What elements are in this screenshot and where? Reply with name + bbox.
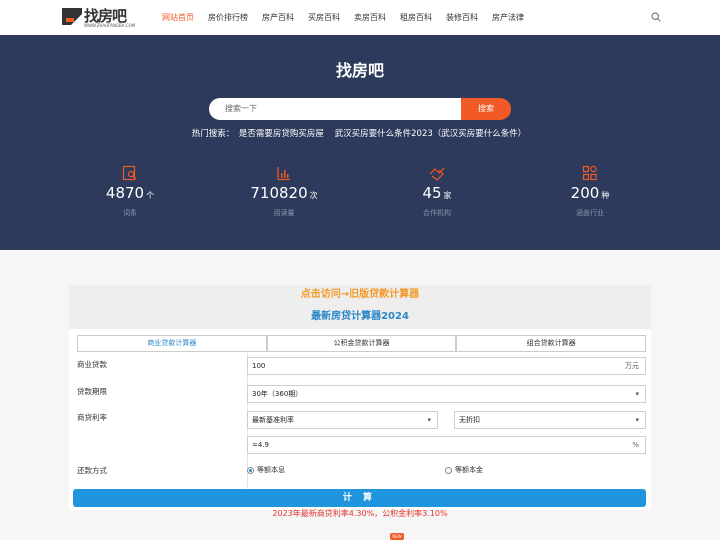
stat-value: 4870 <box>105 184 145 202</box>
chevron-down-icon: ▾ <box>635 416 639 424</box>
radio-unchecked-icon[interactable] <box>445 466 452 474</box>
new-badge: NEW <box>390 533 404 540</box>
stat-label: 涵盖行业 <box>576 209 604 217</box>
nav-item-home[interactable]: 网站首页 <box>162 0 194 35</box>
hero-title: 找房吧 <box>335 61 384 80</box>
rate-value: =4.9 <box>252 441 269 449</box>
tab-commercial-loan[interactable]: 商业贷款计算器 <box>77 335 267 352</box>
stat-partners: 45 家 合作机构 <box>377 165 497 218</box>
main-content: 点击访问→旧版贷款计算器 最新房贷计算器2024 商业贷款计算器 公积金贷款计算… <box>0 250 720 540</box>
calculator-tabs: 商业贷款计算器 公积金贷款计算器 组合贷款计算器 <box>77 335 647 352</box>
bar-chart-icon <box>277 167 290 181</box>
stat-reads: 710820 次 阅读量 <box>224 165 344 218</box>
tab-fund-loan[interactable]: 公积金贷款计算器 <box>266 335 457 352</box>
loan-amount-value: 100 <box>252 362 266 370</box>
logo-mark-icon <box>62 8 82 25</box>
loan-calculator: 点击访问→旧版贷款计算器 最新房贷计算器2024 商业贷款计算器 公积金贷款计算… <box>69 285 651 510</box>
stat-value: 710820 <box>250 184 308 202</box>
search-button[interactable]: 搜索 <box>461 98 511 120</box>
main-nav: 网站首页 房价排行榜 房产百科 买房百科 卖房百科 租房百科 装修百科 房产法律 <box>162 0 538 35</box>
chevron-down-icon: ▾ <box>635 390 639 398</box>
radio-checked-icon[interactable] <box>247 466 254 474</box>
stat-entries: 4870 个 词条 <box>70 165 190 218</box>
page: 找房吧 WWW.ZHAOFANGBA.COM 网站首页 房价排行榜 房产百科 买… <box>0 0 720 540</box>
stat-unit: 家 <box>443 191 452 200</box>
stat-value: 45 <box>422 184 442 202</box>
loan-amount-input[interactable]: 100 万元 <box>247 357 646 375</box>
repay-option-label: 等额本息 <box>257 466 285 474</box>
chevron-down-icon: ▾ <box>427 416 431 424</box>
stat-label: 词条 <box>123 209 137 217</box>
hero-banner: 找房吧 搜索一下 搜索 热门搜索： 是否需要房贷购买房屋 武汉买房要什么条件20… <box>0 35 720 250</box>
nav-item-property-wiki[interactable]: 房产百科 <box>262 0 294 35</box>
loan-term-select[interactable]: 30年（360期） ▾ <box>247 385 646 403</box>
hot-search-item[interactable]: 是否需要房贷购买房屋 <box>239 129 324 139</box>
stat-label: 阅读量 <box>273 209 295 217</box>
handshake-icon <box>429 167 445 181</box>
rate-note: 2023年最新商贷利率4.30%，公积金利率3.10% <box>272 509 448 518</box>
stat-unit: 个 <box>146 191 155 200</box>
rate-discount-select[interactable]: 无折扣 ▾ <box>454 411 646 429</box>
loan-amount-unit: 万元 <box>625 362 639 370</box>
nav-item-law[interactable]: 房产法律 <box>492 0 524 35</box>
hot-search-item[interactable]: 武汉买房要什么条件2023（武汉买房要什么条件） <box>335 129 527 139</box>
stat-industries: 200 种 涵盖行业 <box>530 165 650 218</box>
site-logo[interactable]: 找房吧 WWW.ZHAOFANGBA.COM <box>62 7 135 29</box>
rate-discount-value: 无折扣 <box>459 416 480 424</box>
rate-value-input[interactable]: =4.9 % <box>247 436 646 454</box>
stat-label: 合作机构 <box>423 209 451 217</box>
nav-item-rent-wiki[interactable]: 租房百科 <box>400 0 432 35</box>
loan-term-label: 贷款期限 <box>77 387 107 396</box>
repay-option-label: 等额本金 <box>455 466 483 474</box>
nav-item-price-rank[interactable]: 房价排行榜 <box>208 0 248 35</box>
old-calculator-link[interactable]: 点击访问→旧版贷款计算器 <box>69 285 651 305</box>
stat-unit: 次 <box>309 191 318 200</box>
repay-option-equal-principal[interactable]: 等额本金 <box>445 465 483 475</box>
stat-value: 200 <box>570 184 600 202</box>
search-doc-icon <box>122 165 137 181</box>
nav-item-sell-wiki[interactable]: 卖房百科 <box>354 0 386 35</box>
calculate-button[interactable]: 计 算 <box>73 489 646 507</box>
search-icon[interactable] <box>651 12 661 22</box>
hot-search-label: 热门搜索： <box>191 129 235 139</box>
nav-item-decor-wiki[interactable]: 装修百科 <box>446 0 478 35</box>
repay-method-label: 还款方式 <box>77 466 107 475</box>
loan-amount-label: 商业贷款 <box>77 360 107 369</box>
hot-searches: 热门搜索： 是否需要房贷购买房屋 武汉买房要什么条件2023（武汉买房要什么条件… <box>0 127 720 139</box>
rate-type-value: 最新基准利率 <box>252 416 294 424</box>
loan-term-value: 30年（360期） <box>252 390 303 398</box>
rate-label: 商贷利率 <box>77 413 107 422</box>
top-navbar: 找房吧 WWW.ZHAOFANGBA.COM 网站首页 房价排行榜 房产百科 买… <box>0 0 720 35</box>
repay-option-equal-payment[interactable]: 等额本息 <box>247 465 285 475</box>
grid-icon <box>582 165 597 181</box>
nav-item-buy-wiki[interactable]: 买房百科 <box>308 0 340 35</box>
tab-combined-loan[interactable]: 组合贷款计算器 <box>456 335 647 352</box>
search-input[interactable]: 搜索一下 <box>209 98 461 120</box>
stat-unit: 种 <box>601 191 610 200</box>
rate-unit: % <box>632 441 639 449</box>
calculator-title: 最新房贷计算器2024 <box>69 305 651 329</box>
rate-type-select[interactable]: 最新基准利率 ▾ <box>247 411 438 429</box>
logo-domain: WWW.ZHAOFANGBA.COM <box>84 23 136 28</box>
stats-row: 4870 个 词条 710820 次 阅读量 45 家 合作机构 200 种 涵… <box>0 165 720 225</box>
